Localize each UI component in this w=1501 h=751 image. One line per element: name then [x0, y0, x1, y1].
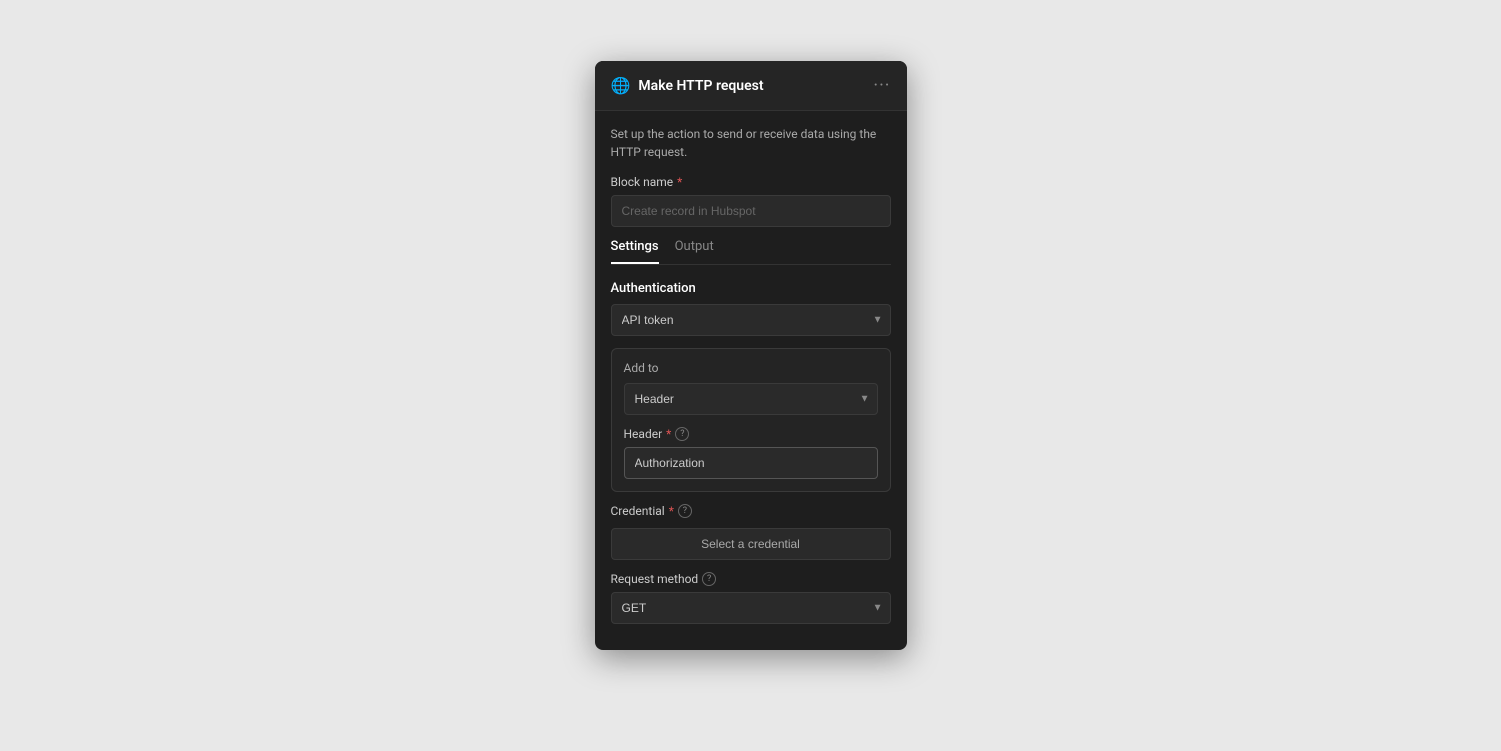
make-http-request-panel: 🌐 Make HTTP request ··· Set up the actio…	[595, 61, 907, 650]
header-value-input[interactable]	[624, 447, 878, 479]
credential-help-icon[interactable]: ?	[678, 504, 692, 518]
header-help-icon[interactable]: ?	[675, 427, 689, 441]
panel-header: 🌐 Make HTTP request ···	[595, 61, 907, 111]
add-to-label: Add to	[624, 361, 878, 375]
tab-output[interactable]: Output	[675, 239, 714, 264]
add-to-select[interactable]: Header Query parameter Body	[624, 383, 878, 415]
add-to-select-wrapper: Header Query parameter Body ▼	[624, 383, 878, 415]
authentication-select[interactable]: API token Bearer token Basic auth None	[611, 304, 891, 336]
credential-label: Credential * ?	[611, 504, 891, 518]
header-field-required: *	[666, 427, 671, 441]
panel-header-left: 🌐 Make HTTP request	[611, 76, 764, 95]
panel-body: Set up the action to send or receive dat…	[595, 111, 907, 650]
select-credential-button[interactable]: Select a credential	[611, 528, 891, 560]
authentication-label: Authentication	[611, 281, 891, 296]
panel-description: Set up the action to send or receive dat…	[611, 125, 891, 161]
globe-icon: 🌐	[611, 76, 631, 95]
more-options-icon[interactable]: ···	[873, 75, 890, 96]
header-field-label: Header * ?	[624, 427, 878, 441]
request-method-label: Request method ?	[611, 572, 891, 586]
authentication-select-wrapper: API token Bearer token Basic auth None ▼	[611, 304, 891, 336]
request-method-help-icon[interactable]: ?	[702, 572, 716, 586]
block-name-input[interactable]	[611, 195, 891, 227]
block-name-label: Block name *	[611, 175, 891, 189]
api-token-sub-panel: Add to Header Query parameter Body ▼ Hea…	[611, 348, 891, 492]
tab-settings[interactable]: Settings	[611, 239, 659, 264]
request-method-select[interactable]: GET POST PUT PATCH DELETE	[611, 592, 891, 624]
credential-required: *	[669, 504, 674, 518]
block-name-required: *	[677, 175, 682, 189]
panel-title: Make HTTP request	[638, 78, 763, 94]
request-method-select-wrapper: GET POST PUT PATCH DELETE ▼	[611, 592, 891, 624]
tabs: Settings Output	[611, 239, 891, 265]
